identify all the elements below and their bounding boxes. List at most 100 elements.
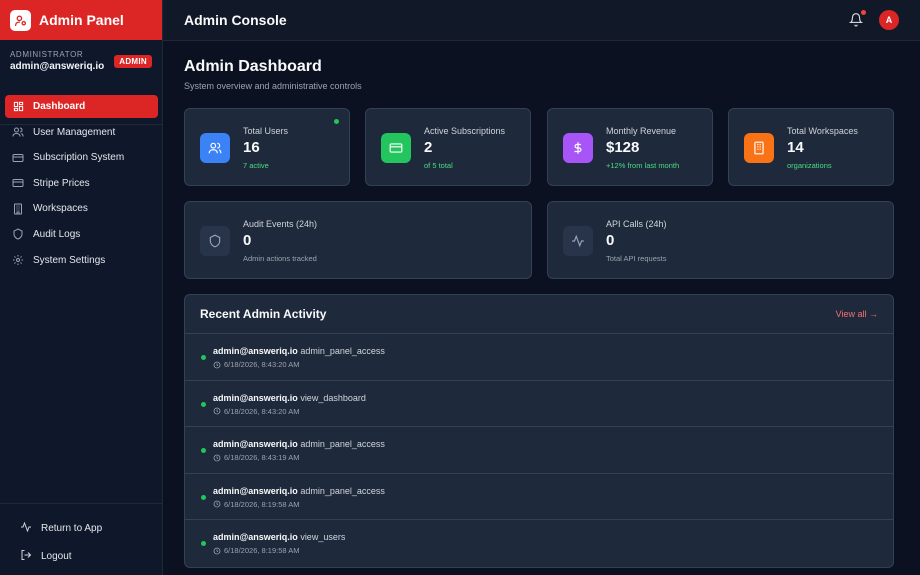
clock-icon — [213, 407, 221, 415]
topbar: Admin Console A — [163, 0, 920, 41]
metric-card-audit-events[interactable]: Audit Events (24h) 0 Admin actions track… — [184, 201, 532, 279]
sidebar-nav: Dashboard User Management Subscription S… — [5, 95, 158, 274]
activity-time: 6/18/2026, 8:43:20 AM — [224, 360, 300, 369]
metric-value: 0 — [243, 232, 252, 249]
sidebar-item-workspaces[interactable]: Workspaces — [5, 197, 158, 220]
activity-row[interactable]: admin@answeriq.io admin_panel_access 6/1… — [185, 334, 893, 381]
stat-card-active-subscriptions[interactable]: Active Subscriptions 2 of 5 total — [365, 108, 531, 186]
status-dot — [201, 401, 206, 407]
clock-icon — [213, 547, 221, 555]
activity-user: admin@answeriq.io — [213, 439, 298, 450]
activity-time: 6/18/2026, 8:19:58 AM — [224, 499, 300, 509]
activity-row[interactable]: admin@answeriq.io admin_panel_access 6/1… — [185, 427, 893, 474]
building-icon — [744, 133, 774, 163]
stat-value: 16 — [243, 139, 260, 156]
page-subtitle: System overview and administrative contr… — [184, 81, 362, 91]
metric-label: API Calls (24h) — [606, 219, 667, 229]
stat-card-total-users[interactable]: Total Users 16 7 active — [184, 108, 350, 186]
activity-row[interactable]: admin@answeriq.io admin_panel_access 6/1… — [185, 474, 893, 521]
stat-card-total-workspaces[interactable]: Total Workspaces 14 organizations — [728, 108, 894, 186]
activity-time: 6/18/2026, 8:43:20 AM — [224, 406, 300, 416]
credit-card-icon — [12, 152, 24, 164]
metric-sub: Admin actions tracked — [243, 254, 317, 263]
sidebar: Admin Panel ADMINISTRATOR admin@answeriq… — [0, 0, 163, 575]
stat-label: Total Workspaces — [787, 126, 858, 136]
users-icon — [12, 126, 24, 138]
activity-action: admin_panel_access — [300, 439, 385, 450]
activity-title: Recent Admin Activity — [200, 307, 327, 321]
logout-icon — [20, 549, 32, 564]
sidebar-footer: Return to App Logout — [0, 503, 163, 575]
activity-action: view_users — [300, 532, 346, 543]
avatar[interactable]: A — [879, 10, 899, 30]
brand-title: Admin Panel — [39, 12, 124, 28]
sidebar-item-subscription-system[interactable]: Subscription System — [5, 146, 158, 169]
return-to-app-label: Return to App — [41, 522, 103, 534]
activity-row[interactable]: admin@answeriq.io view_users 6/18/2026, … — [185, 520, 893, 567]
stat-sub: +12% from last month — [606, 161, 680, 170]
view-all-link[interactable]: View all → — [836, 309, 878, 319]
stat-sub: of 5 total — [424, 161, 453, 170]
sidebar-item-audit-logs[interactable]: Audit Logs — [5, 223, 158, 246]
status-dot — [201, 355, 206, 360]
gear-icon — [12, 254, 24, 266]
status-dot — [201, 494, 206, 500]
clock-icon — [213, 500, 221, 508]
sidebar-item-label: Stripe Prices — [33, 177, 90, 189]
metric-sub: Total API requests — [606, 254, 667, 263]
dashboard-icon — [12, 101, 24, 113]
status-dot — [201, 448, 206, 454]
credit-card-icon — [12, 177, 24, 189]
sidebar-item-label: User Management — [33, 126, 116, 138]
dollar-icon — [563, 133, 593, 163]
activity-action: admin_panel_access — [300, 485, 385, 496]
sidebar-item-label: Workspaces — [33, 203, 88, 215]
sidebar-item-dashboard[interactable]: Dashboard — [5, 95, 158, 118]
sidebar-item-stripe-prices[interactable]: Stripe Prices — [5, 172, 158, 195]
users-icon — [200, 133, 230, 163]
sidebar-item-user-management[interactable]: User Management — [5, 121, 158, 144]
stat-card-monthly-revenue[interactable]: Monthly Revenue $128 +12% from last mont… — [547, 108, 713, 186]
clock-icon — [213, 454, 221, 462]
building-icon — [12, 203, 24, 215]
scrollbar-track[interactable] — [914, 41, 920, 575]
activity-user: admin@answeriq.io — [213, 485, 298, 496]
activity-user: admin@answeriq.io — [213, 532, 298, 543]
stat-value: 2 — [424, 139, 433, 156]
shield-icon — [200, 226, 230, 256]
credit-card-icon — [381, 133, 411, 163]
activity-row[interactable]: admin@answeriq.io view_dashboard 6/18/20… — [185, 381, 893, 428]
page-title: Admin Dashboard — [184, 58, 322, 75]
activity-action: admin_panel_access — [300, 346, 385, 356]
stat-value: $128 — [606, 139, 640, 156]
activity-time: 6/18/2026, 8:19:58 AM — [224, 546, 300, 556]
sidebar-item-system-settings[interactable]: System Settings — [5, 249, 158, 272]
activity-user: admin@answeriq.io — [213, 346, 298, 356]
brand-header[interactable]: Admin Panel — [0, 0, 162, 40]
notifications-button[interactable] — [848, 10, 866, 28]
sidebar-item-label: Dashboard — [33, 101, 86, 112]
activity-icon — [563, 226, 593, 256]
metric-label: Audit Events (24h) — [243, 219, 318, 229]
metric-card-api-calls[interactable]: API Calls (24h) 0 Total API requests — [547, 201, 894, 279]
activity-header: Recent Admin Activity View all → — [185, 295, 893, 334]
stat-label: Monthly Revenue — [606, 126, 677, 136]
status-dot — [201, 541, 206, 547]
admin-logo-icon — [10, 9, 31, 31]
stat-sub: 7 active — [243, 161, 269, 170]
sidebar-item-label: Subscription System — [33, 152, 125, 164]
return-to-app-button[interactable]: Return to App — [20, 514, 163, 542]
logout-label: Logout — [41, 550, 72, 562]
activity-action: view_dashboard — [300, 392, 366, 403]
activity-icon — [20, 521, 32, 536]
stat-label: Total Users — [243, 126, 289, 136]
notification-dot — [861, 10, 866, 15]
admin-badge: ADMIN — [114, 55, 152, 68]
logout-button[interactable]: Logout — [20, 542, 163, 570]
recent-activity-panel: Recent Admin Activity View all → admin@a… — [184, 294, 894, 568]
live-indicator — [334, 119, 339, 124]
metric-value: 0 — [606, 232, 615, 249]
shield-icon — [12, 228, 24, 240]
stat-sub: organizations — [787, 161, 832, 170]
activity-time: 6/18/2026, 8:43:19 AM — [224, 453, 300, 463]
